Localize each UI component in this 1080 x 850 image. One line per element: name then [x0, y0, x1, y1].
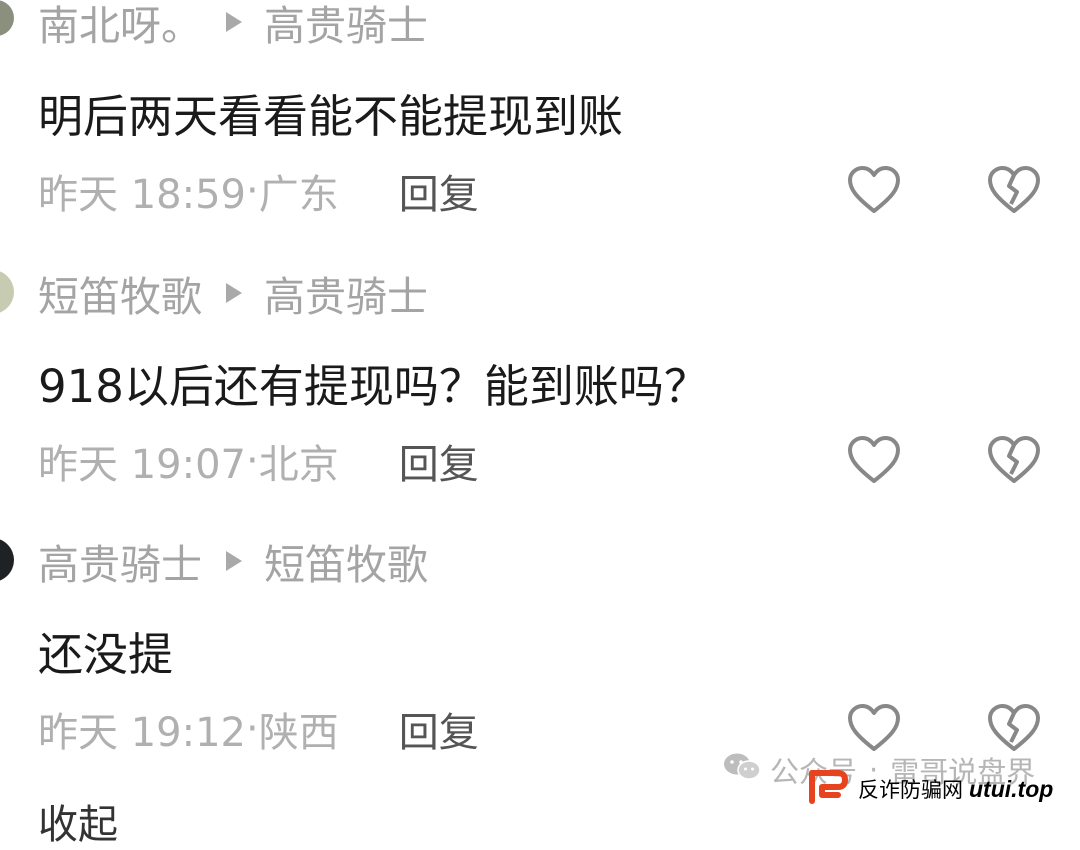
- site-badge: 反诈防骗网 utui.top: [808, 770, 1073, 808]
- comment-text: 918以后还有提现吗？能到账吗？: [38, 360, 709, 413]
- comment-text: 还没提: [38, 628, 174, 681]
- reply-arrow-icon: [226, 12, 242, 32]
- comment-header: 短笛牧歌 高贵骑士: [38, 268, 428, 321]
- heart-icon[interactable]: [846, 702, 902, 754]
- author-name[interactable]: 高贵骑士: [38, 531, 202, 591]
- dot-separator: ·: [246, 168, 259, 214]
- avatar[interactable]: [0, 0, 14, 36]
- collapse-replies-link[interactable]: 收起: [38, 792, 118, 850]
- dot-separator: ·: [246, 706, 259, 752]
- dot-separator: ·: [246, 438, 259, 484]
- comment-text: 明后两天看看能不能提现到账: [38, 90, 624, 143]
- author-name[interactable]: 南北呀。: [38, 0, 202, 52]
- comment-location: 广东: [258, 172, 339, 218]
- reply-arrow-icon: [226, 551, 242, 571]
- reply-to-name[interactable]: 高贵骑士: [264, 0, 428, 52]
- broken-heart-icon[interactable]: [986, 702, 1042, 754]
- comment-location: 北京: [258, 442, 339, 488]
- comment-footer: 昨天 18:59 · 广东 回复: [38, 166, 479, 218]
- comment-header: 高贵骑士 短笛牧歌: [38, 536, 428, 589]
- comment-time: 昨天 18:59: [38, 172, 246, 218]
- comment-location: 陕西: [258, 710, 339, 756]
- comment-time: 昨天 19:07: [38, 442, 246, 488]
- fanzha-logo-icon: [808, 769, 848, 809]
- avatar[interactable]: [0, 538, 14, 582]
- comment-time: 昨天 19:12: [38, 710, 246, 756]
- comment-header: 南北呀。 高贵骑士: [38, 0, 428, 50]
- wechat-icon: [722, 751, 762, 790]
- author-name[interactable]: 短笛牧歌: [38, 263, 202, 323]
- reply-button[interactable]: 回复: [399, 700, 479, 758]
- reply-to-name[interactable]: 高贵骑士: [264, 263, 428, 323]
- comment-footer: 昨天 19:07 · 北京 回复: [38, 436, 479, 488]
- reply-to-name[interactable]: 短笛牧歌: [264, 531, 428, 591]
- heart-icon[interactable]: [846, 434, 902, 486]
- broken-heart-icon[interactable]: [986, 434, 1042, 486]
- avatar[interactable]: [0, 270, 14, 314]
- reply-arrow-icon: [226, 283, 242, 303]
- badge-text: 反诈防骗网: [858, 778, 963, 802]
- broken-heart-icon[interactable]: [986, 164, 1042, 216]
- heart-icon[interactable]: [846, 164, 902, 216]
- reply-button[interactable]: 回复: [399, 432, 479, 490]
- comment-footer: 昨天 19:12 · 陕西 回复: [38, 704, 479, 756]
- reply-button[interactable]: 回复: [399, 162, 479, 220]
- badge-site: utui.top: [969, 775, 1054, 802]
